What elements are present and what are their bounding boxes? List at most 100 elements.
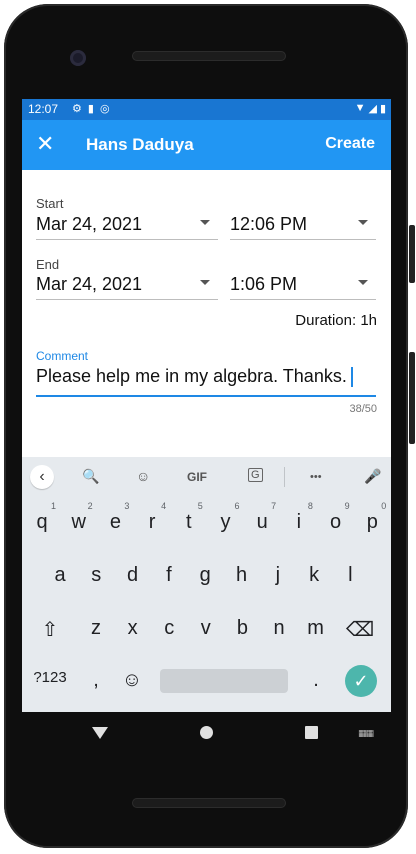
gif-button[interactable]: GIF bbox=[187, 470, 207, 484]
key-hint: 5 bbox=[197, 501, 203, 511]
key-label: y bbox=[220, 511, 231, 533]
dropdown-arrow-icon bbox=[200, 280, 210, 285]
key-d[interactable]: d bbox=[115, 554, 151, 600]
key-label: n bbox=[273, 617, 285, 639]
key-g[interactable]: g bbox=[187, 554, 223, 600]
key-c[interactable]: c bbox=[151, 607, 187, 653]
dropdown-arrow-icon bbox=[200, 220, 210, 225]
mic-icon[interactable]: 🎤 bbox=[364, 468, 381, 485]
end-time-dropdown[interactable]: 1:06 PM bbox=[230, 271, 376, 300]
sync-icon: ◎ bbox=[99, 103, 110, 115]
key-i[interactable]: i8 bbox=[281, 501, 317, 547]
key-label: h bbox=[235, 564, 248, 586]
key-h[interactable]: h bbox=[224, 554, 260, 600]
page-title: Hans Daduya bbox=[86, 135, 194, 154]
key-r[interactable]: r4 bbox=[134, 501, 170, 547]
key-p[interactable]: p0 bbox=[354, 501, 390, 547]
key-s[interactable]: s bbox=[78, 554, 114, 600]
signal-icon: ◢ bbox=[368, 103, 377, 115]
key-label: j bbox=[275, 564, 281, 586]
symbols-key[interactable]: ?123 bbox=[28, 659, 72, 705]
key-k[interactable]: k bbox=[296, 554, 332, 600]
key-u[interactable]: u7 bbox=[244, 501, 280, 547]
sticker-icon[interactable]: ☺ bbox=[136, 468, 150, 484]
key-q[interactable]: q1 bbox=[24, 501, 60, 547]
more-icon[interactable]: ••• bbox=[310, 471, 322, 483]
key-o[interactable]: o9 bbox=[318, 501, 354, 547]
key-hint: 2 bbox=[87, 501, 93, 511]
key-z[interactable]: z bbox=[78, 607, 114, 653]
key-label: b bbox=[236, 617, 248, 639]
start-date-value: Mar 24, 2021 bbox=[36, 214, 143, 234]
key-hint: 6 bbox=[234, 501, 240, 511]
nav-back-icon[interactable] bbox=[92, 727, 108, 739]
key-hint: 7 bbox=[271, 501, 277, 511]
key-label: e bbox=[109, 511, 121, 533]
volume-button[interactable] bbox=[409, 225, 415, 283]
keyboard-switch-icon[interactable]: ▦▦ bbox=[358, 728, 374, 739]
key-a[interactable]: a bbox=[42, 554, 78, 600]
comma-key[interactable]: , bbox=[78, 659, 114, 705]
key-j[interactable]: j bbox=[260, 554, 296, 600]
keyboard-toolbar: ‹ 🔍 ☺ GIF G ••• 🎤 bbox=[22, 457, 391, 497]
top-speaker bbox=[132, 51, 286, 61]
dropdown-arrow-icon bbox=[358, 280, 368, 285]
key-x[interactable]: x bbox=[115, 607, 151, 653]
comment-input[interactable]: Please help me in my algebra. Thanks. bbox=[36, 363, 376, 397]
key-label: u bbox=[256, 511, 268, 533]
comment-label: Comment bbox=[36, 349, 89, 363]
key-hint: 0 bbox=[381, 501, 387, 511]
app-bar: ✕ Hans Daduya Create bbox=[22, 120, 391, 170]
end-time-value: 1:06 PM bbox=[230, 274, 298, 294]
start-label: Start bbox=[36, 196, 64, 211]
key-b[interactable]: b bbox=[224, 607, 260, 653]
navigation-bar: ▦▦ bbox=[22, 712, 391, 754]
key-n[interactable]: n bbox=[261, 607, 297, 653]
key-label: v bbox=[200, 617, 211, 639]
key-l[interactable]: l bbox=[332, 554, 368, 600]
start-date-dropdown[interactable]: Mar 24, 2021 bbox=[36, 211, 218, 240]
key-label: k bbox=[309, 564, 320, 586]
check-icon: ✓ bbox=[353, 671, 369, 691]
enter-key[interactable]: ✓ bbox=[345, 665, 377, 697]
key-label: f bbox=[166, 564, 172, 586]
status-bar: 12:07 ⚙ ▮ ◎ ▼ ◢ ▮ bbox=[22, 99, 391, 120]
back-arrow-icon[interactable]: ‹ bbox=[30, 465, 54, 489]
backspace-key[interactable]: ⌫ bbox=[342, 607, 378, 653]
key-t[interactable]: t5 bbox=[171, 501, 207, 547]
key-hint: 9 bbox=[344, 501, 350, 511]
key-label: o bbox=[330, 511, 342, 533]
wifi-icon: ▼ bbox=[354, 102, 366, 114]
key-hint: 8 bbox=[307, 501, 313, 511]
key-label: i bbox=[296, 511, 302, 533]
create-button[interactable]: Create bbox=[325, 135, 375, 153]
start-time-dropdown[interactable]: 12:06 PM bbox=[230, 211, 376, 240]
soft-keyboard: ‹ 🔍 ☺ GIF G ••• 🎤 q1w2e3r4t5y6u7i8o9p0 a… bbox=[22, 457, 391, 712]
translate-icon[interactable]: G bbox=[248, 468, 263, 482]
shift-key[interactable]: ⇧ bbox=[32, 607, 68, 653]
text-cursor bbox=[350, 367, 353, 388]
nav-recents-icon[interactable] bbox=[305, 726, 318, 739]
key-w[interactable]: w2 bbox=[61, 501, 97, 547]
start-time-value: 12:06 PM bbox=[230, 214, 308, 234]
key-m[interactable]: m bbox=[298, 607, 334, 653]
bottom-speaker bbox=[132, 798, 286, 808]
key-label: z bbox=[91, 617, 101, 639]
key-f[interactable]: f bbox=[151, 554, 187, 600]
sd-card-icon: ▮ bbox=[87, 103, 94, 115]
key-label: g bbox=[199, 564, 211, 586]
space-bar[interactable] bbox=[160, 669, 288, 693]
close-icon[interactable]: ✕ bbox=[36, 131, 54, 157]
key-label: d bbox=[127, 564, 139, 586]
emoji-icon: ☺ bbox=[121, 669, 143, 691]
emoji-key[interactable]: ☺ bbox=[114, 659, 150, 705]
nav-home-icon[interactable] bbox=[200, 726, 213, 739]
search-icon[interactable]: 🔍 bbox=[82, 468, 99, 485]
key-v[interactable]: v bbox=[188, 607, 224, 653]
key-e[interactable]: e3 bbox=[97, 501, 133, 547]
period-key-label: . bbox=[313, 669, 319, 691]
end-date-dropdown[interactable]: Mar 24, 2021 bbox=[36, 271, 218, 300]
period-key[interactable]: . bbox=[298, 659, 334, 705]
power-button[interactable] bbox=[409, 352, 415, 444]
key-y[interactable]: y6 bbox=[208, 501, 244, 547]
